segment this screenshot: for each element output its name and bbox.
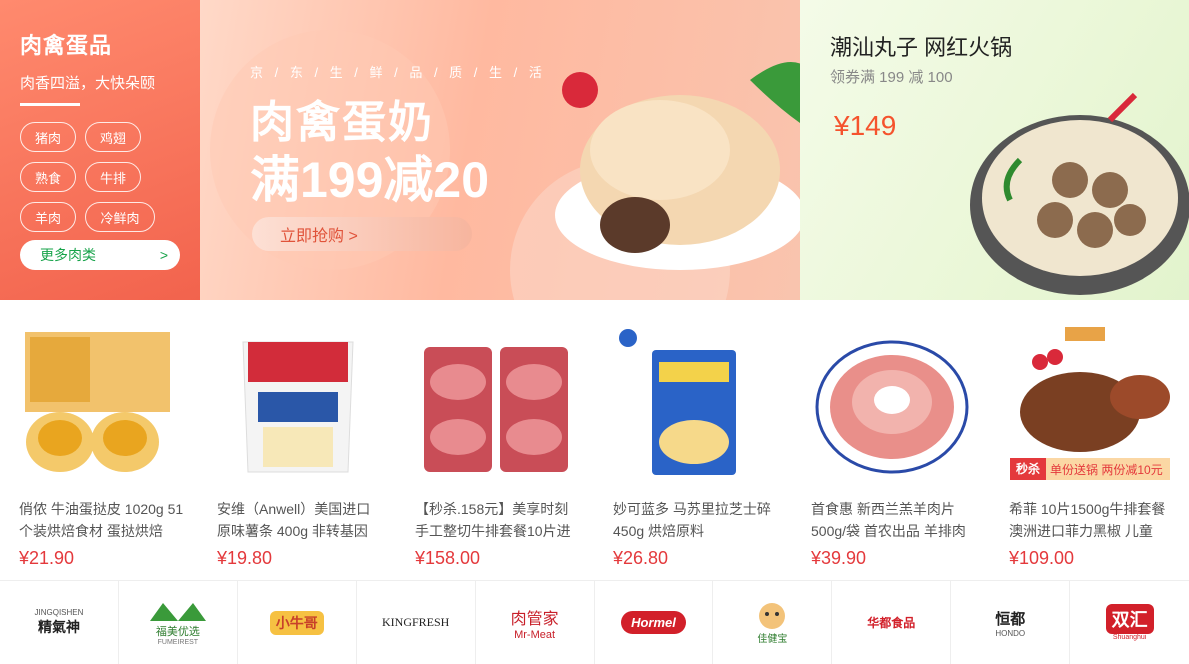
brand-logo[interactable]: 小牛哥 [238,581,357,664]
product-name[interactable]: 妙可蓝多 马苏里拉芝士碎450g 烘焙原料 [613,498,778,542]
top-section: 肉禽蛋品 肉香四溢，大快朵颐 猪肉 鸡翅 熟食 牛排 羊肉 冷鲜肉 更多肉类 >… [0,0,1189,300]
product-card[interactable]: 【秒杀.158元】美享时刻 手工整切牛排套餐10片进 ¥158.00 [396,300,594,580]
brand-name: 肉管家 [510,610,559,628]
brand-logo[interactable]: 华都食品 [832,581,952,664]
product-image [25,332,170,472]
chevron-right-icon: > [159,247,168,263]
category-chips: 猪肉 鸡翅 熟食 牛排 羊肉 冷鲜肉 [20,122,180,232]
brand-name: Hormel [621,611,686,634]
divider [20,103,80,106]
product-name[interactable]: 首食惠 新西兰羔羊肉片500g/袋 首农出品 羊排肉 [811,498,976,542]
product-card[interactable]: 首食惠 新西兰羔羊肉片500g/袋 首农出品 羊排肉 ¥39.90 [792,300,990,580]
chip-pork[interactable]: 猪肉 [20,122,76,152]
chicken-image [555,62,800,270]
chip-chilled-meat[interactable]: 冷鲜肉 [85,202,155,232]
product-card[interactable]: 妙可蓝多 马苏里拉芝士碎450g 烘焙原料 ¥26.80 [594,300,792,580]
brand-logo[interactable]: 双汇 Shuanghui [1070,581,1189,664]
brand-logo[interactable]: 肉管家 Mr-Meat [476,581,595,664]
brand-sub: HONDO [995,628,1026,638]
product-card[interactable]: 秒杀 单份送锅 两份减10元 希菲 10片1500g牛排套餐 澳洲进口菲力黑椒 … [990,300,1188,580]
product-price: ¥19.80 [217,548,273,568]
brand-name: 佳健宝 [757,634,788,645]
category-title: 肉禽蛋品 [20,33,113,58]
cow-icon [759,603,786,629]
flash-sale-banner[interactable]: 秒杀 单份送锅 两份减10元 [1010,458,1170,480]
main-banner[interactable]: 京 / 东 / 生 / 鲜 / 品 / 质 / 生 / 活 肉禽蛋奶 满199减… [200,0,800,300]
brand-logo[interactable]: JINGQISHEN 精氣神 [0,581,119,664]
brand-name: KINGFRESH [382,615,450,629]
flash-sale-text: 单份送锅 两份减10元 [1046,458,1170,480]
chip-steak[interactable]: 牛排 [85,162,141,192]
more-meat-label: 更多肉类 [40,247,96,263]
promo-coupon: 领券满 199 减 100 [830,69,953,86]
brand-name: 精氣神 [37,619,80,635]
product-card[interactable]: 安维（Anwell）美国进口原味薯条 400g 非转基因 ¥19.80 [198,300,396,580]
more-meat-button[interactable]: 更多肉类 > [20,240,180,270]
brand-name: 小牛哥 [269,610,324,635]
brand-logo[interactable]: 佳健宝 [713,581,833,664]
brand-logo[interactable]: 福美优选 FUMEIREST [119,581,238,664]
brand-bar: JINGQISHEN 精氣神 福美优选 FUMEIREST 小牛哥 KINGFR… [0,580,1189,664]
product-name[interactable]: 安维（Anwell）美国进口原味薯条 400g 非转基因 [217,498,382,542]
brand-sub: Mr-Meat [514,628,556,641]
product-price: ¥26.80 [613,548,669,568]
chip-cooked-food[interactable]: 熟食 [20,162,76,192]
brand-name: 福美优选 [155,626,200,638]
brand-sub: Shuanghui [1112,634,1147,641]
brand-name: 恒都 [995,610,1026,628]
chip-chicken-wings[interactable]: 鸡翅 [85,122,141,152]
banner-offer: 满199减20 [250,152,490,208]
flash-sale-badge: 秒杀 [1010,458,1047,480]
product-price: ¥109.00 [1009,548,1075,568]
product-price: ¥39.90 [811,548,867,568]
product-image [424,347,568,472]
brand-sub: JINGQISHEN [34,608,84,617]
buy-now-button[interactable]: 立即抢购 > [252,217,472,251]
category-subtitle: 肉香四溢，大快朵颐 [20,75,156,92]
product-price: ¥158.00 [415,548,481,568]
product-list: 俏侬 牛油蛋挞皮 1020g 51个装烘焙食材 蛋挞烘焙 ¥21.90 安维（A… [0,300,1189,580]
product-image [619,329,736,475]
product-name[interactable]: 俏侬 牛油蛋挞皮 1020g 51个装烘焙食材 蛋挞烘焙 [19,498,184,542]
promo-title: 潮汕丸子 网红火锅 [830,35,1013,60]
product-card[interactable]: 俏侬 牛油蛋挞皮 1020g 51个装烘焙食材 蛋挞烘焙 ¥21.90 [0,300,198,580]
brand-logo[interactable]: KINGFRESH [357,581,476,664]
mountain-icon [149,603,206,621]
product-name[interactable]: 【秒杀.158元】美享时刻 手工整切牛排套餐10片进 [415,498,580,542]
promo-price: ¥149 [834,110,897,141]
product-image [815,340,969,474]
banner-tagline: 京 / 东 / 生 / 鲜 / 品 / 质 / 生 / 活 [250,65,546,80]
brand-sub: FUMEIREST [157,639,199,646]
product-price: ¥21.90 [19,548,75,568]
meatball-bowl-image [970,92,1189,295]
brand-logo[interactable]: 恒都 HONDO [951,581,1071,664]
product-name[interactable]: 希菲 10片1500g牛排套餐 澳洲进口菲力黑椒 儿童 [1009,498,1174,542]
category-panel: 肉禽蛋品 肉香四溢，大快朵颐 猪肉 鸡翅 熟食 牛排 羊肉 冷鲜肉 更多肉类 > [0,0,200,300]
hotpot-promo[interactable]: 潮汕丸子 网红火锅 领券满 199 减 100 ¥149 [800,0,1189,300]
brand-name: 华都食品 [867,616,916,630]
brand-name: 双汇 [1105,604,1154,634]
brand-logo[interactable]: Hormel [595,581,714,664]
chip-lamb[interactable]: 羊肉 [20,202,76,232]
product-image [242,341,354,473]
